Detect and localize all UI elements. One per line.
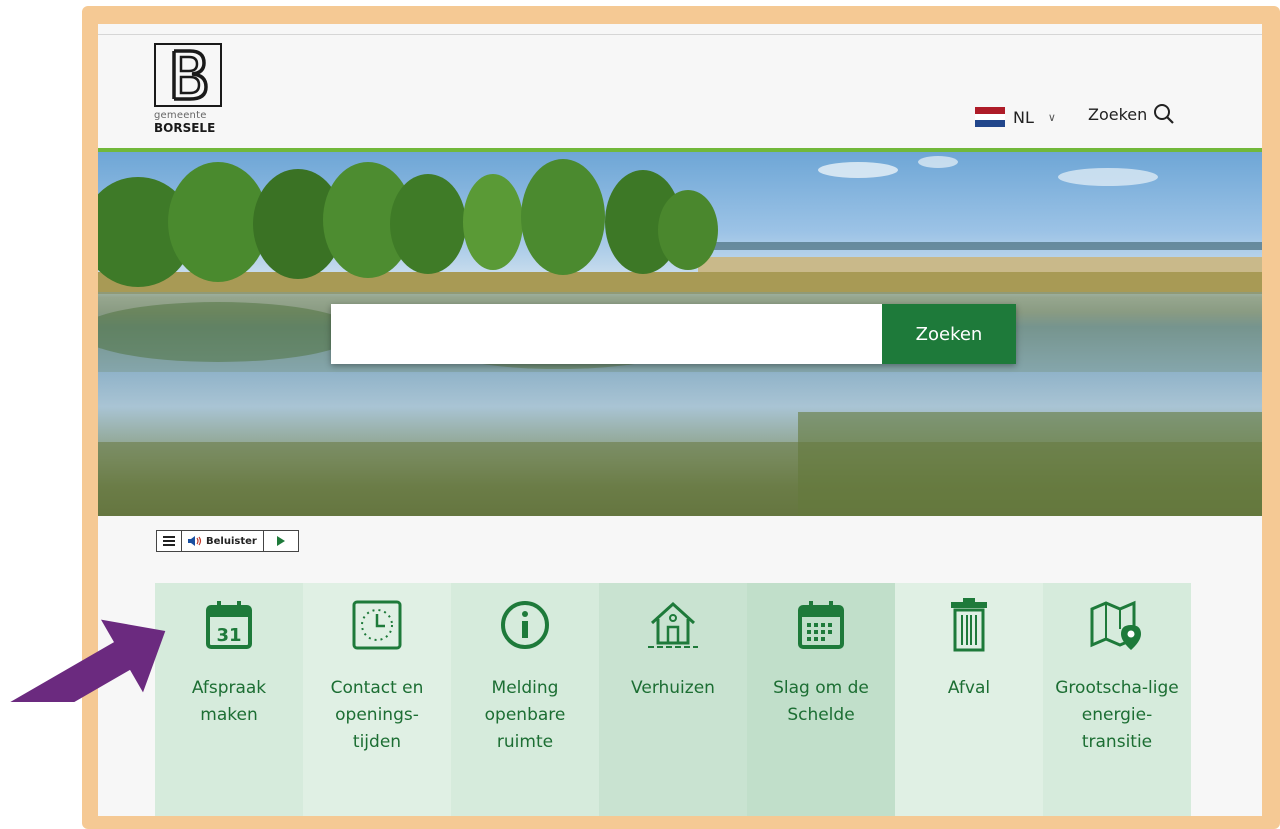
- search-icon: [1154, 104, 1175, 124]
- svg-text:31: 31: [216, 625, 241, 646]
- readspeaker-listen-button[interactable]: Beluister: [182, 531, 264, 551]
- browser-viewport: gemeente BORSELE NL ∨ Zoeken Zoeken Belu…: [98, 24, 1262, 816]
- play-icon: [276, 536, 285, 546]
- logo-subtitle: gemeente: [154, 110, 207, 121]
- logo-title: BORSELE: [154, 121, 216, 135]
- tile-afval[interactable]: Afval: [895, 583, 1043, 816]
- dutch-flag-icon: [975, 107, 1005, 128]
- tile-label: Contact en openings-tijden: [330, 678, 424, 752]
- tile-label: Grootscha-lige energie-transitie: [1055, 678, 1179, 752]
- tile-contact-openingstijden[interactable]: Contact en openings-tijden: [303, 583, 451, 816]
- tile-grootschalige-energietransitie[interactable]: Grootscha-lige energie-transitie: [1043, 583, 1191, 816]
- site-header: gemeente BORSELE NL ∨ Zoeken: [98, 35, 1262, 151]
- readspeaker-listen-label: Beluister: [206, 535, 257, 547]
- search-input[interactable]: [331, 304, 882, 364]
- speaker-icon: [188, 536, 202, 546]
- menu-icon: [163, 536, 175, 546]
- tile-label: Afspraak maken: [191, 678, 267, 725]
- info-icon: [497, 597, 553, 653]
- tile-label: Slag om de Schelde: [773, 678, 869, 725]
- search-icon: [337, 304, 356, 323]
- quick-links: 31 Afspraak maken Contact en openings-ti…: [155, 583, 1191, 816]
- map-pin-icon: [1089, 597, 1145, 653]
- language-selector[interactable]: NL ∨: [975, 105, 1056, 129]
- search-button-label: Zoeken: [915, 323, 983, 345]
- header-search-link[interactable]: Zoeken: [1088, 103, 1175, 125]
- hero-landscape-image: Zoeken: [98, 152, 1262, 516]
- municipality-logo[interactable]: gemeente BORSELE: [154, 43, 224, 135]
- search-button[interactable]: Zoeken: [337, 304, 1016, 364]
- tile-label: Melding openbare ruimte: [484, 678, 566, 752]
- calendar-31-icon: 31: [201, 597, 257, 653]
- house-icon: [645, 597, 701, 653]
- readspeaker-menu-button[interactable]: [157, 531, 182, 551]
- clock-icon: [349, 597, 405, 653]
- readspeaker-toolbar: Beluister: [156, 530, 299, 552]
- calendar-grid-icon: [793, 597, 849, 653]
- chevron-down-icon: ∨: [1047, 111, 1056, 124]
- tile-slag-om-de-schelde[interactable]: Slag om de Schelde: [747, 583, 895, 816]
- tile-verhuizen[interactable]: Verhuizen: [599, 583, 747, 816]
- tile-label: Verhuizen: [631, 678, 715, 698]
- hero-search-bar: Zoeken: [331, 304, 1016, 364]
- tile-label: Afval: [947, 678, 991, 698]
- logo-b-glyph: [172, 49, 208, 101]
- header-search-label: Zoeken: [1088, 104, 1148, 124]
- annotation-arrow-icon: [8, 619, 166, 702]
- trash-icon: [941, 597, 997, 653]
- language-code: NL: [1013, 107, 1034, 127]
- readspeaker-play-button[interactable]: [264, 531, 298, 551]
- logo-emblem: [154, 43, 222, 107]
- tile-melding-openbare-ruimte[interactable]: Melding openbare ruimte: [451, 583, 599, 816]
